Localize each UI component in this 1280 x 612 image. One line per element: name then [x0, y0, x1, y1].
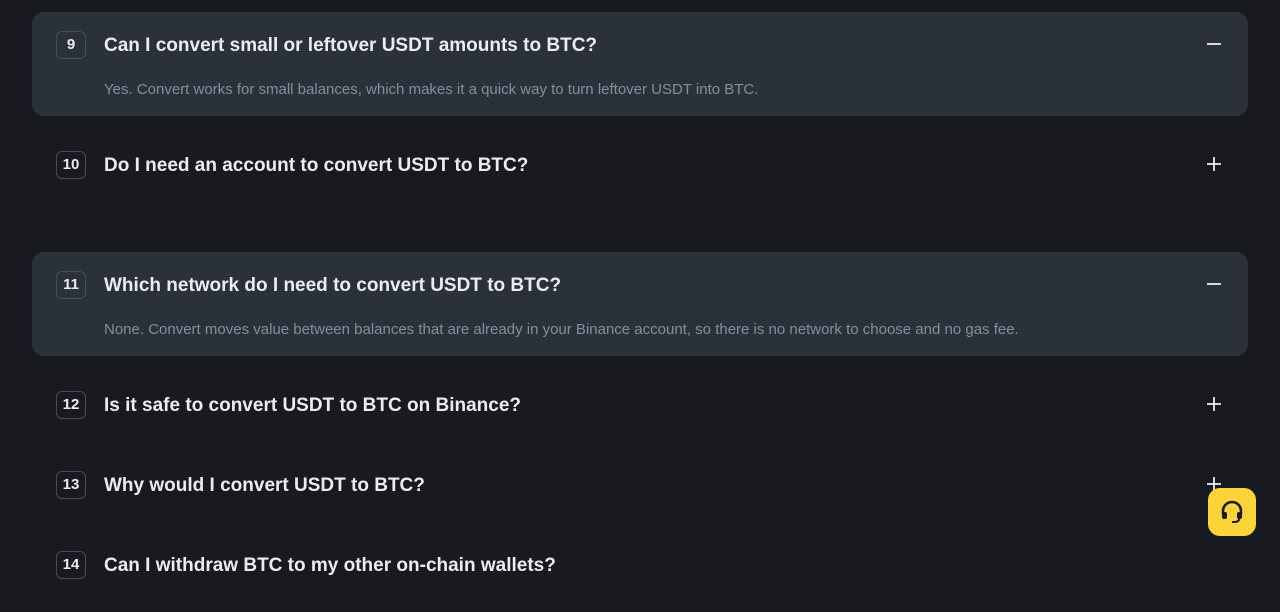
question-number: 10 [56, 151, 86, 179]
faq-item-9[interactable]: 9 Can I convert small or leftover USDT a… [32, 12, 1248, 116]
question-title[interactable]: Can I withdraw BTC to my other on-chain … [104, 554, 556, 578]
plus-icon[interactable] [1204, 154, 1224, 174]
support-chat-button[interactable] [1208, 488, 1256, 536]
question-title[interactable]: Is it safe to convert USDT to BTC on Bin… [104, 394, 521, 418]
question-number: 13 [56, 471, 86, 499]
faq-item-12[interactable]: 12 Is it safe to convert USDT to BTC on … [32, 372, 1248, 452]
headset-icon [1221, 500, 1243, 523]
question-title[interactable]: Why would I convert USDT to BTC? [104, 474, 425, 498]
question-number: 14 [56, 551, 86, 579]
faq-list: 9 Can I convert small or leftover USDT a… [32, 12, 1248, 612]
minus-icon[interactable] [1204, 34, 1224, 54]
plus-icon[interactable] [1204, 394, 1224, 414]
faq-item-10[interactable]: 10 Do I need an account to convert USDT … [32, 132, 1248, 212]
minus-icon[interactable] [1204, 274, 1224, 294]
faq-item-11[interactable]: 11 Which network do I need to convert US… [32, 252, 1248, 356]
faq-item-14[interactable]: 14 Can I withdraw BTC to my other on-cha… [32, 532, 1248, 612]
answer-text: Yes. Convert works for small balances, w… [104, 81, 759, 98]
question-title[interactable]: Do I need an account to convert USDT to … [104, 154, 528, 178]
question-number: 9 [56, 31, 86, 59]
answer-text: None. Convert moves value between balanc… [104, 321, 1019, 338]
question-number: 12 [56, 391, 86, 419]
question-title[interactable]: Which network do I need to convert USDT … [104, 274, 561, 298]
faq-item-13[interactable]: 13 Why would I convert USDT to BTC? [32, 452, 1248, 532]
question-number: 11 [56, 271, 86, 299]
question-title[interactable]: Can I convert small or leftover USDT amo… [104, 34, 597, 58]
